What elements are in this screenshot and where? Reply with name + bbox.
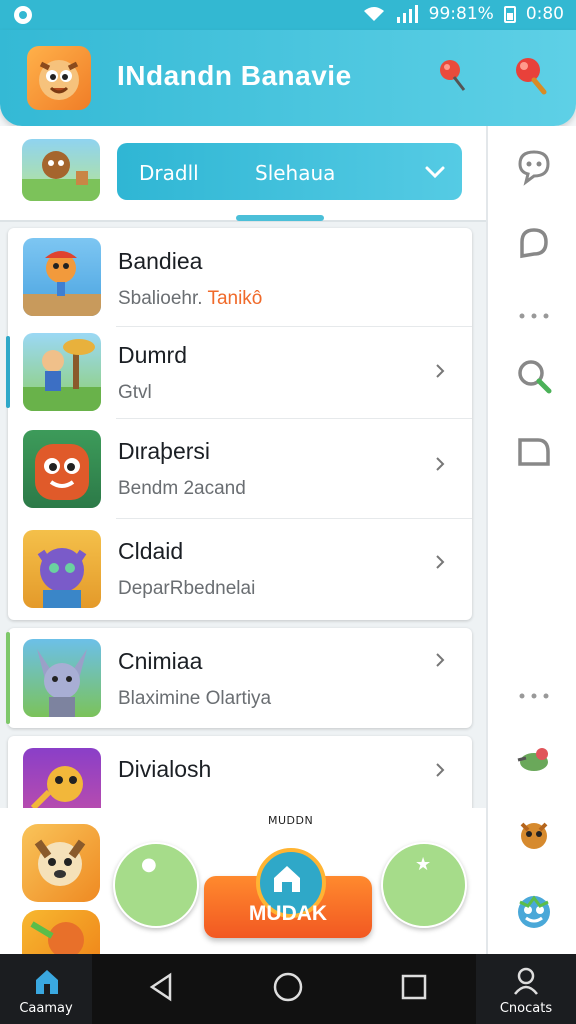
more-icon[interactable] xyxy=(514,296,554,336)
chevron-right-icon xyxy=(436,555,445,569)
item-title: Dιraþersi xyxy=(118,438,211,464)
list-card: Cnimiaa Blaximine Olartiya xyxy=(6,628,472,728)
selection-bar xyxy=(6,336,10,408)
drag-handle[interactable] xyxy=(236,215,324,221)
primary-action-label: MUDAK xyxy=(248,902,328,925)
filter-thumbnail[interactable] xyxy=(22,139,100,201)
selection-bar xyxy=(6,632,10,724)
nav-contacts-label: Cnocats xyxy=(499,1001,553,1016)
chevron-down-icon xyxy=(425,166,445,179)
pin-icon[interactable] xyxy=(430,54,474,98)
game-thumbnail xyxy=(23,639,101,717)
app-logo[interactable] xyxy=(27,46,91,110)
battery-percent: 99:81% xyxy=(428,4,494,24)
chevron-right-icon xyxy=(436,763,445,777)
category-dropdown[interactable]: Dradll Slehaua xyxy=(117,143,462,200)
bottom-panel: MUDDN ● ★ MUDAK xyxy=(0,808,486,954)
item-subtitle: Gtvl xyxy=(118,382,152,403)
item-subtitle: DeparRbednelai xyxy=(118,578,256,599)
battery-icon xyxy=(503,6,516,23)
dog-thumbnail[interactable] xyxy=(22,824,100,902)
item-title: Bandiea xyxy=(118,248,203,274)
notification-icon xyxy=(14,6,32,24)
game-thumbnail xyxy=(23,748,101,808)
primary-action-button[interactable]: MUDAK xyxy=(204,848,372,938)
item-subtitle: Blaximine Olartiya xyxy=(118,688,272,709)
list-card: Divialosh xyxy=(8,736,472,808)
chevron-right-icon xyxy=(436,364,445,378)
game-thumbnail xyxy=(23,238,101,316)
recents-icon[interactable] xyxy=(397,970,431,1004)
bird-icon[interactable] xyxy=(514,740,554,780)
star-icon: ★ xyxy=(415,854,432,875)
item-title: Dumrd xyxy=(118,342,188,368)
chevron-right-icon xyxy=(436,457,445,471)
back-icon[interactable] xyxy=(144,970,178,1004)
item-subtitle-accent: Tanikô xyxy=(207,288,263,309)
nav-home-label: Caamay xyxy=(19,1001,73,1016)
list-item[interactable]: Cldaid DeparRbednelai xyxy=(8,518,472,620)
more-icon-2[interactable] xyxy=(514,676,554,716)
chat-icon[interactable] xyxy=(514,146,554,186)
bubble-icon: ● xyxy=(141,854,157,875)
clock: 0:80 xyxy=(525,4,564,24)
message-icon[interactable] xyxy=(514,224,554,264)
signal-icon xyxy=(396,5,418,23)
list-item[interactable]: Dumrd Gtvl xyxy=(6,326,472,418)
item-subtitle: Sbalioehr. Tanikô xyxy=(118,288,263,309)
list-card: Bandiea Sbalioehr. Tanikô Dumrd Gtvl Dιr… xyxy=(6,228,472,620)
tag-icon[interactable] xyxy=(514,432,554,472)
wifi-icon xyxy=(363,7,384,21)
list-item[interactable]: Dιraþersi Bendm 2acand xyxy=(8,418,472,518)
item-title: Divialosh xyxy=(118,756,212,782)
dropdown-label: Dradll xyxy=(139,161,199,185)
item-title: Cldaid xyxy=(118,538,184,564)
home-circle-icon[interactable] xyxy=(271,970,305,1004)
right-rail xyxy=(486,126,576,954)
dropdown-value: Slehaua xyxy=(255,161,336,185)
nav-contacts-tab[interactable]: Cnocats xyxy=(476,954,576,1024)
system-nav-bar: Caamay Cnocats xyxy=(0,954,576,1024)
status-bar: 99:81% 0:80 xyxy=(0,0,576,30)
home-icon xyxy=(36,970,58,994)
game-thumbnail xyxy=(23,530,101,608)
person-icon xyxy=(514,967,538,995)
list-item[interactable]: Cnimiaa Blaximine Olartiya xyxy=(6,628,472,728)
face-icon[interactable] xyxy=(514,892,554,932)
bottom-small-label: MUDDN xyxy=(268,814,314,827)
filter-row: Dradll Slehaua xyxy=(0,126,486,222)
item-title: Cnimiaa xyxy=(118,648,203,674)
search-icon[interactable] xyxy=(514,356,554,396)
item-subtitle: Bendm 2acand xyxy=(118,478,246,499)
racket-icon[interactable] xyxy=(508,54,552,98)
app-title: INdandn Banavie xyxy=(117,60,352,91)
game-thumbnail xyxy=(23,430,101,508)
nav-home-tab[interactable]: Caamay xyxy=(0,954,92,1024)
list-item[interactable]: Divialosh xyxy=(8,736,472,808)
green-action-button-right[interactable]: ★ xyxy=(381,842,467,928)
chevron-right-icon xyxy=(436,653,445,667)
green-action-button-left[interactable]: ● xyxy=(113,842,199,928)
list-item[interactable]: Bandiea Sbalioehr. Tanikô xyxy=(8,228,472,326)
character-thumbnail[interactable] xyxy=(22,910,100,954)
game-list: Bandiea Sbalioehr. Tanikô Dumrd Gtvl Dιr… xyxy=(0,222,486,808)
game-thumbnail xyxy=(23,333,101,411)
app-header: INdandn Banavie xyxy=(0,30,576,126)
fox-icon[interactable] xyxy=(514,814,554,854)
